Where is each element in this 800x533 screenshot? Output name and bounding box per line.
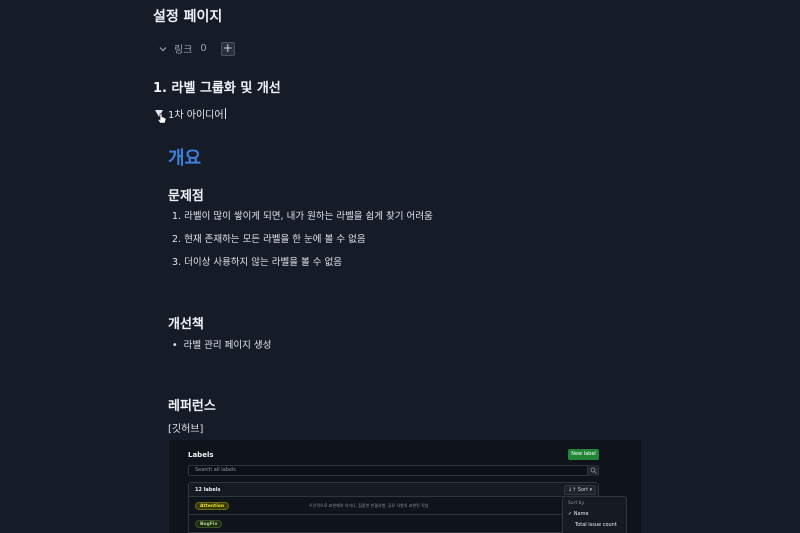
list-item: 3. 더이상 사용하지 않는 라벨을 볼 수 없음 <box>172 257 343 268</box>
labels-count: 12 labels <box>195 487 221 493</box>
page-title: 설정 페이지 <box>153 9 223 25</box>
list-item: 라벨 관리 페이지 생성 <box>172 337 272 351</box>
label-pill: BugFix <box>195 520 223 528</box>
link-count: 0 <box>200 43 207 54</box>
new-label-button: New label <box>568 449 599 460</box>
problems-heading: 문제점 <box>168 189 204 204</box>
text-cursor <box>224 108 226 119</box>
labels-table: 12 labels ↓↑ Sort ▾ Attention 우선적으로 표현해야… <box>188 482 599 533</box>
search-icon <box>590 467 597 474</box>
section-heading: 1. 라벨 그룹화 및 개선 <box>153 81 281 96</box>
search-labels-input: Search all labels <box>188 465 599 476</box>
reference-screenshot: Labels New label Search all labels 12 la… <box>169 440 641 533</box>
reference-heading: 레퍼런스 <box>168 399 216 414</box>
add-link-button[interactable]: + <box>220 41 235 56</box>
sort-menu-item: Total issue count <box>575 522 617 528</box>
table-row: BugFix <box>189 516 598 533</box>
document-page: 설정 페이지 링크 0 + 1. 라벨 그룹화 및 개선 1차 아이디어 개요 … <box>0 0 800 533</box>
sort-menu-item: ✓ Name <box>568 511 589 517</box>
sort-menu-title: Sort by <box>568 501 585 506</box>
reference-label: [깃허브] <box>168 424 204 435</box>
sort-button: ↓↑ Sort ▾ <box>564 485 596 495</box>
table-row: Attention 우선적으로 표현해야 하거나, 집중한 판결사항, 공유 사… <box>189 498 598 515</box>
labels-title: Labels <box>188 451 214 459</box>
list-item: 1. 라벨이 많이 쌓이게 되면, 내가 원하는 라벨을 쉽게 찾기 어려움 <box>172 211 433 222</box>
link-row: 링크 0 + <box>158 41 235 56</box>
labels-table-header: 12 labels ↓↑ Sort ▾ <box>189 483 598 497</box>
label-description: 우선적으로 표현해야 하거나, 집중한 판결사항, 공유 사항의 표현된 작업 <box>309 503 429 508</box>
list-item: 2. 현재 존재하는 모든 라벨을 한 눈에 볼 수 없음 <box>172 234 366 245</box>
chevron-down-icon[interactable] <box>158 44 168 54</box>
problems-list: 1. 라벨이 많이 쌓이게 되면, 내가 원하는 라벨을 쉽게 찾기 어려움 2… <box>172 208 433 277</box>
label-pill: Attention <box>195 502 230 510</box>
sort-menu: Sort by ✓ Name Total issue count <box>562 496 627 533</box>
link-label[interactable]: 링크 <box>174 41 192 56</box>
toggle-label[interactable]: 1차 아이디어 <box>168 106 224 121</box>
improvements-list: 라벨 관리 페이지 생성 <box>172 337 272 351</box>
improvements-heading: 개선책 <box>168 317 204 332</box>
overview-heading: 개요 <box>168 148 202 169</box>
search-placeholder: Search all labels <box>195 467 236 473</box>
search-button <box>587 465 598 476</box>
hand-cursor-icon <box>157 113 167 124</box>
